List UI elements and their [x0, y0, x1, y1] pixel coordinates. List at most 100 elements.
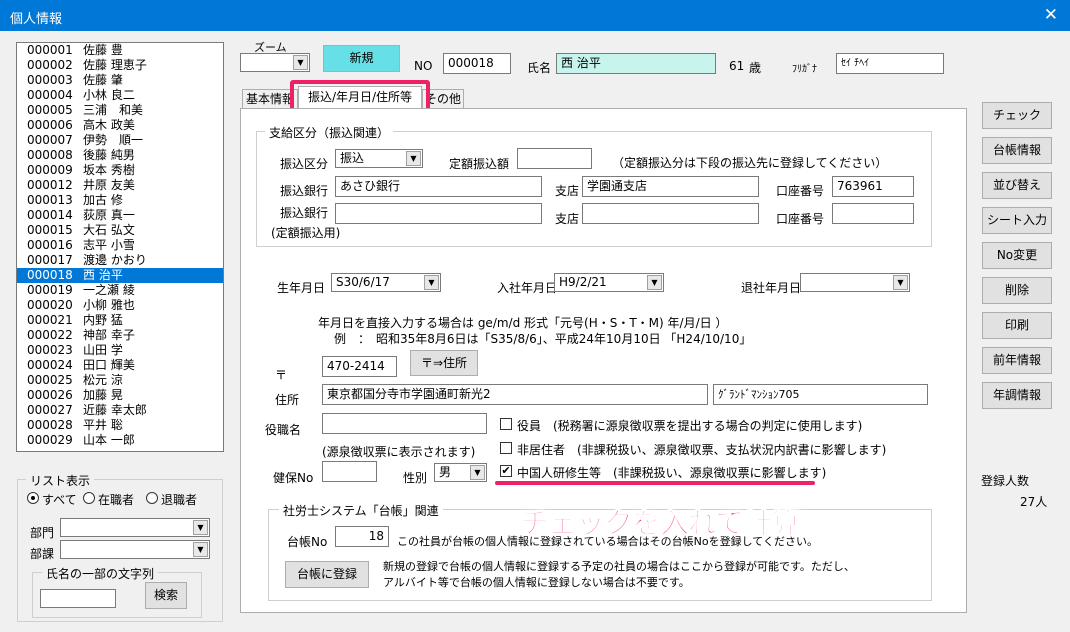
close-icon[interactable]: ✕ — [1044, 5, 1058, 25]
list-item[interactable]: 000007 伊勢 順一 — [17, 133, 223, 148]
no-field[interactable]: 000018 — [443, 53, 511, 74]
list-item[interactable]: 000028 平井 聡 — [17, 418, 223, 433]
chevron-down-icon[interactable]: ▼ — [293, 55, 308, 70]
employee-code: 000008 — [27, 148, 73, 162]
chevron-down-icon[interactable]: ▼ — [470, 465, 485, 480]
sheet-input-button[interactable]: シート入力 — [982, 207, 1052, 234]
list-item[interactable]: 000008 後藤 純男 — [17, 148, 223, 163]
chevron-down-icon[interactable]: ▼ — [893, 275, 908, 290]
insurance-no-field[interactable] — [322, 461, 377, 482]
branch1-label: 支店 — [555, 184, 580, 198]
check-button[interactable]: チェック — [982, 102, 1052, 129]
change-no-button[interactable]: No変更 — [982, 242, 1052, 269]
chevron-down-icon[interactable]: ▼ — [193, 520, 208, 535]
fixed-amount-field[interactable] — [517, 148, 592, 169]
building-field[interactable]: ｸﾞﾗﾝﾄﾞﾏﾝｼｮﾝ705 — [713, 384, 928, 405]
employee-name: 小柳 雅也 — [83, 298, 135, 312]
address-field[interactable]: 東京都国分寺市学園通町新光2 — [322, 384, 708, 405]
list-item[interactable]: 000004 小林 良二 — [17, 88, 223, 103]
join-date-select[interactable]: H9/2/21 ▼ — [554, 273, 664, 292]
employee-name: 坂本 秀樹 — [83, 163, 135, 177]
bank2-field[interactable] — [335, 203, 542, 224]
employee-code: 000027 — [27, 403, 73, 417]
officer-checkbox[interactable] — [500, 418, 512, 430]
list-item[interactable]: 000029 山本 一郎 — [17, 433, 223, 448]
chevron-down-icon[interactable]: ▼ — [424, 275, 439, 290]
employee-name: 佐藤 理恵子 — [83, 58, 147, 72]
search-button[interactable]: 検索 — [145, 582, 187, 609]
employee-code: 000026 — [27, 388, 73, 402]
list-item[interactable]: 000005 三浦 和美 — [17, 103, 223, 118]
list-item[interactable]: 000023 山田 学 — [17, 343, 223, 358]
radio-retired-label: 退職者 — [161, 493, 198, 507]
list-item[interactable]: 000012 井原 友美 — [17, 178, 223, 193]
employee-code: 000001 — [27, 43, 73, 57]
radio-retired[interactable] — [146, 492, 158, 504]
list-item[interactable]: 000014 荻原 真一 — [17, 208, 223, 223]
prev-year-info-button[interactable]: 前年情報 — [982, 347, 1052, 374]
year-end-info-button[interactable]: 年調情報 — [982, 382, 1052, 409]
trainee-checkbox[interactable]: ✔ — [500, 465, 512, 477]
date-format-note: 年月日を直接入力する場合は ge/m/d 形式「元号(H・S・T・M) 年/月/… — [318, 316, 728, 330]
bank1-field[interactable]: あさひ銀行 — [335, 176, 542, 197]
list-item[interactable]: 000013 加古 修 — [17, 193, 223, 208]
account1-field[interactable]: 763961 — [832, 176, 914, 197]
list-item[interactable]: 000003 佐藤 肇 — [17, 73, 223, 88]
nonresident-checkbox[interactable] — [500, 442, 512, 454]
list-item[interactable]: 000027 近藤 幸太郎 — [17, 403, 223, 418]
list-item[interactable]: 000020 小柳 雅也 — [17, 298, 223, 313]
print-button[interactable]: 印刷 — [982, 312, 1052, 339]
ledger-no-field[interactable]: 18 — [335, 526, 389, 547]
new-button[interactable]: 新規 — [323, 45, 400, 72]
list-item[interactable]: 000019 一之瀬 綾 — [17, 283, 223, 298]
radio-all[interactable] — [27, 492, 39, 504]
list-item[interactable]: 000001 佐藤 豊 — [17, 43, 223, 58]
sort-button[interactable]: 並び替え — [982, 172, 1052, 199]
list-item[interactable]: 000009 坂本 秀樹 — [17, 163, 223, 178]
name-search-input[interactable] — [40, 589, 116, 608]
list-item[interactable]: 000022 神部 幸子 — [17, 328, 223, 343]
chevron-down-icon[interactable]: ▼ — [193, 542, 208, 557]
leave-date-select[interactable]: ▼ — [800, 273, 910, 292]
employee-name: 近藤 幸太郎 — [83, 403, 147, 417]
gender-select[interactable]: 男 ▼ — [434, 463, 487, 482]
birth-date-select[interactable]: S30/6/17 ▼ — [331, 273, 441, 292]
employee-list[interactable]: 000001 佐藤 豊 000002 佐藤 理恵子 000003 佐藤 肇 000004 小林… — [16, 42, 224, 452]
radio-active[interactable] — [83, 492, 95, 504]
transfer-type-select[interactable]: 振込 ▼ — [335, 149, 423, 168]
list-item[interactable]: 000016 志平 小雪 — [17, 238, 223, 253]
kana-field[interactable]: ｾｲ ﾁﾍｲ — [836, 53, 944, 74]
delete-button[interactable]: 削除 — [982, 277, 1052, 304]
register-note-1: 新規の登録で台帳の個人情報に登録する予定の社員の場合はここから登録が可能です。た… — [383, 560, 855, 573]
tab-transfer-dates-address[interactable]: 振込/年月日/住所等 — [298, 86, 422, 109]
section-select[interactable]: ▼ — [60, 540, 210, 559]
birth-date-label: 生年月日 — [277, 281, 326, 295]
zoom-select[interactable]: ▼ — [240, 53, 310, 72]
dept-select[interactable]: ▼ — [60, 518, 210, 537]
list-item[interactable]: 000024 田口 輝美 — [17, 358, 223, 373]
branch2-field[interactable] — [582, 203, 759, 224]
list-item[interactable]: 000026 加藤 晃 — [17, 388, 223, 403]
list-item[interactable]: 000002 佐藤 理恵子 — [17, 58, 223, 73]
list-item[interactable]: 000025 松元 涼 — [17, 373, 223, 388]
list-item[interactable]: 000015 大石 弘文 — [17, 223, 223, 238]
name-field[interactable]: 西 治平 — [556, 53, 716, 74]
postal-code-field[interactable]: 470-2414 — [322, 356, 397, 377]
list-item[interactable]: 000018 西 治平 — [17, 268, 223, 283]
list-item[interactable]: 000006 高木 政美 — [17, 118, 223, 133]
tab-basic-info[interactable]: 基本情報 — [242, 89, 298, 109]
chevron-down-icon[interactable]: ▼ — [406, 151, 421, 166]
account2-field[interactable] — [832, 203, 914, 224]
ledger-info-button[interactable]: 台帳情報 — [982, 137, 1052, 164]
list-item[interactable]: 000021 内野 猛 — [17, 313, 223, 328]
employee-code: 000018 — [27, 268, 73, 282]
position-field[interactable] — [322, 413, 487, 434]
register-ledger-button[interactable]: 台帳に登録 — [285, 561, 369, 588]
list-item[interactable]: 000017 渡邊 かおり — [17, 253, 223, 268]
employee-code: 000004 — [27, 88, 73, 102]
tab-other[interactable]: その他 — [422, 89, 464, 109]
branch1-field[interactable]: 学園通支店 — [582, 176, 759, 197]
chevron-down-icon[interactable]: ▼ — [647, 275, 662, 290]
employee-name: 加古 修 — [83, 193, 123, 207]
postal-to-address-button[interactable]: 〒⇒住所 — [410, 350, 478, 376]
